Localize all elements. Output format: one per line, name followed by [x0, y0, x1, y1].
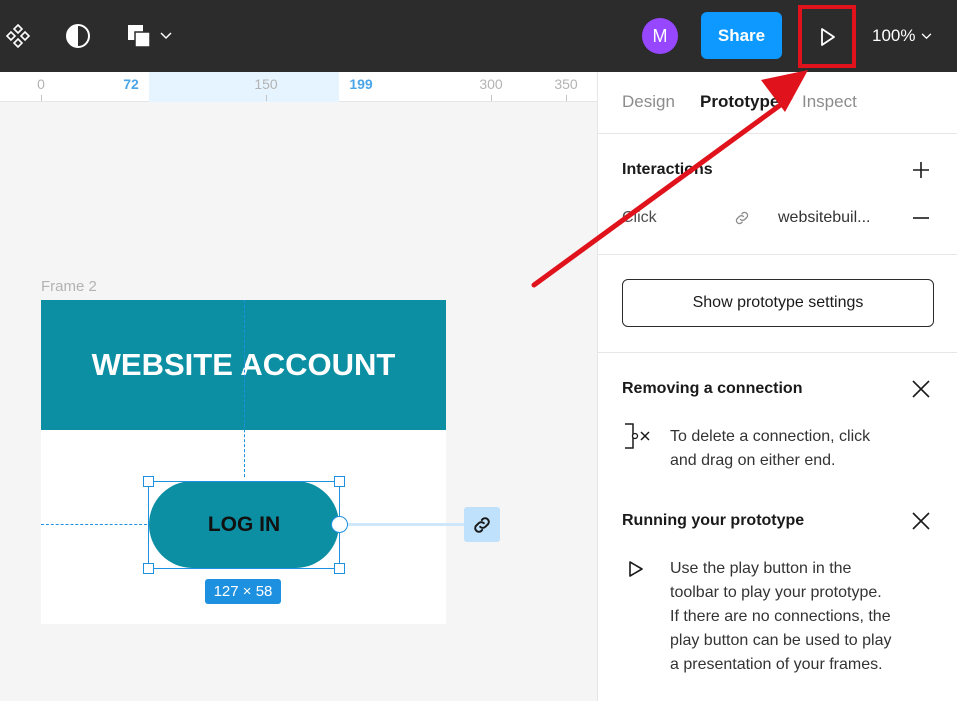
tab-design[interactable]: Design	[622, 92, 675, 112]
login-button-text: LOG IN	[207, 512, 281, 536]
interaction-destination[interactable]: websitebuil...	[778, 209, 871, 227]
ruler-tick-selection-end: 199	[349, 76, 373, 92]
help-line: To delete a connection, click	[670, 428, 871, 445]
share-button[interactable]: Share	[701, 12, 782, 59]
help-line: and drag on either end.	[670, 452, 836, 469]
ruler-tick: 0	[37, 76, 45, 92]
resize-handle-bottom-right[interactable]	[334, 563, 345, 574]
removing-connection-text: To delete a connection, click and drag o…	[670, 425, 870, 473]
toolbar: M Share 100%	[0, 0, 957, 72]
tab-inspect[interactable]: Inspect	[802, 92, 857, 112]
minus-icon[interactable]	[910, 207, 932, 229]
chevron-down-icon[interactable]	[158, 28, 174, 44]
ruler-tickmark	[491, 95, 492, 101]
settings-button-label: Show prototype settings	[692, 294, 864, 311]
divider	[598, 352, 957, 353]
ruler-tick: 300	[479, 76, 503, 92]
ruler-tick-selection-start: 72	[123, 76, 139, 92]
interaction-trigger[interactable]: Click	[622, 209, 657, 227]
panel-tabs: Design Prototype Inspect	[598, 72, 957, 134]
help-line: toolbar to play your prototype.	[670, 584, 882, 601]
components-icon[interactable]	[4, 22, 32, 50]
tab-prototype[interactable]: Prototype	[700, 92, 779, 112]
horizontal-guide	[41, 524, 147, 525]
ruler-tickmark	[41, 95, 42, 101]
divider	[598, 254, 957, 255]
shapes-icon[interactable]	[124, 22, 154, 50]
running-prototype-text: Use the play button in the toolbar to pl…	[670, 557, 892, 677]
ruler-selection-range	[149, 72, 339, 102]
connection-line[interactable]	[345, 523, 465, 526]
running-prototype-title: Running your prototype	[622, 512, 805, 529]
resize-handle-bottom-left[interactable]	[143, 563, 154, 574]
size-badge: 127 × 58	[205, 579, 281, 604]
frame-label[interactable]: Frame 2	[41, 278, 97, 295]
close-icon[interactable]	[910, 378, 932, 400]
link-icon	[731, 207, 753, 229]
help-line: If there are no connections, the	[670, 608, 891, 625]
connection-handle[interactable]	[331, 516, 348, 533]
ruler-tickmark	[566, 95, 567, 101]
zoom-dropdown[interactable]: 100%	[872, 18, 932, 54]
contrast-icon[interactable]	[64, 22, 92, 50]
close-icon[interactable]	[910, 510, 932, 532]
chevron-down-icon	[922, 32, 932, 39]
link-icon	[474, 516, 490, 533]
show-prototype-settings-button[interactable]: Show prototype settings	[622, 279, 934, 327]
horizontal-ruler[interactable]: 0 72 150 199 300 350	[0, 72, 597, 102]
help-line: play button can be used to play	[670, 632, 892, 649]
removing-connection-title: Removing a connection	[622, 380, 803, 397]
resize-handle-top-left[interactable]	[143, 476, 154, 487]
zoom-label: 100%	[872, 26, 916, 45]
help-line: a presentation of your frames.	[670, 656, 883, 673]
plus-icon[interactable]	[910, 159, 932, 181]
ruler-tickmark	[266, 95, 267, 101]
help-line: Use the play button in the	[670, 560, 852, 577]
login-button-layer[interactable]: LOG IN	[149, 481, 339, 568]
ruler-tick: 150	[254, 76, 278, 92]
resize-handle-top-right[interactable]	[334, 476, 345, 487]
avatar[interactable]: M	[642, 18, 678, 54]
play-icon	[626, 558, 646, 580]
properties-panel: Design Prototype Inspect Interactions Cl…	[597, 72, 957, 701]
play-button-highlight	[798, 5, 856, 68]
ruler-tick: 350	[554, 76, 578, 92]
interactions-title: Interactions	[622, 161, 713, 178]
vertical-guide	[244, 300, 245, 477]
disconnect-icon	[622, 422, 654, 450]
connection-link-node[interactable]	[464, 507, 500, 542]
